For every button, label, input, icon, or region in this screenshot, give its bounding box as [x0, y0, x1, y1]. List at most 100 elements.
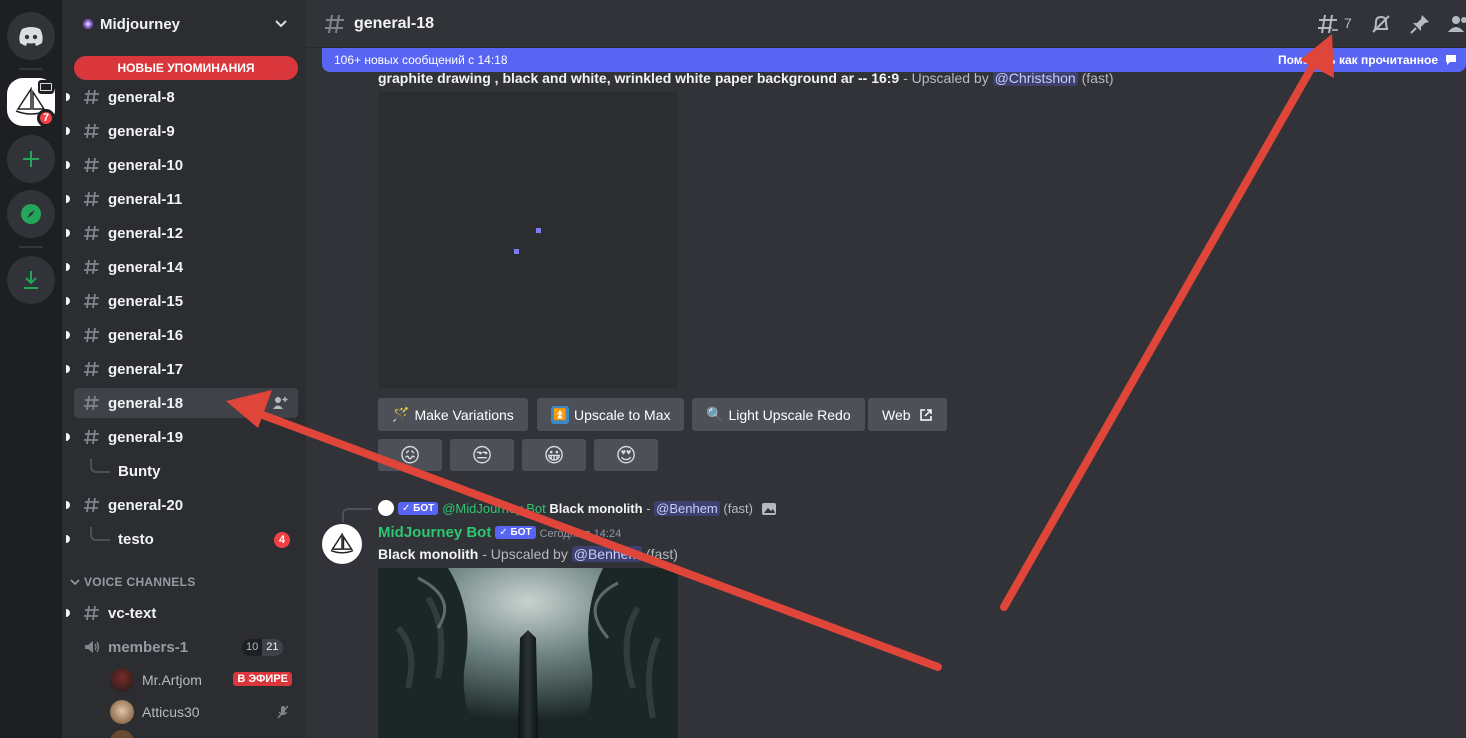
channel-general-14[interactable]: general-14	[66, 252, 298, 282]
channel-vc-text[interactable]: vc-text	[66, 598, 298, 628]
server-boost-icon	[83, 19, 93, 29]
reply-preview[interactable]: ✓ БОТ @MidJourney Bot Black monolith - @B…	[378, 500, 777, 516]
arrow-to-threads-icon	[1000, 56, 1320, 611]
plus-icon	[23, 151, 39, 167]
magic-wand-icon: 🪄	[392, 406, 410, 422]
thread-channel-icon	[82, 495, 102, 515]
server-name: Midjourney	[100, 15, 181, 33]
make-variations-button[interactable]: 🪄 Make Variations	[378, 398, 528, 431]
thread-channel-icon	[82, 359, 102, 379]
channel-general-19[interactable]: general-19	[66, 422, 298, 452]
compass-icon	[21, 204, 41, 224]
bot-avatar[interactable]	[322, 524, 362, 564]
button-label: Make Variations	[414, 406, 514, 423]
server-rail: 7	[0, 0, 62, 738]
channel-title: general-18	[354, 14, 435, 32]
channel-label: general-15	[108, 292, 184, 310]
chevron-down-icon[interactable]	[274, 16, 288, 30]
server-header[interactable]: Midjourney	[62, 0, 306, 48]
add-server-button[interactable]	[7, 135, 55, 183]
message-body: Black monolith - Upscaled by @Benhem (fa…	[378, 546, 678, 562]
voice-member[interactable]: Atticus30	[110, 698, 300, 726]
channel-topbar: general-18 7	[306, 0, 1466, 48]
threads-icon[interactable]	[1316, 12, 1340, 36]
thread-channel-icon	[82, 155, 102, 175]
channel-general-8[interactable]: general-8	[66, 82, 298, 112]
grinning-face-icon: 😀	[543, 444, 565, 467]
channel-general-15[interactable]: general-15	[66, 286, 298, 316]
channel-label: general-10	[108, 156, 184, 174]
thread-testo[interactable]: testo 4	[66, 524, 298, 554]
mark-read-icon[interactable]	[1444, 53, 1458, 67]
channel-general-11[interactable]: general-11	[66, 184, 298, 214]
light-upscale-redo-button[interactable]: 🔍 Light Upscale Redo	[692, 398, 865, 431]
explore-servers-button[interactable]	[7, 190, 55, 238]
mode-text: (fast)	[642, 546, 678, 562]
upscaled-image-loading[interactable]	[378, 92, 678, 388]
screen-share-icon	[38, 80, 54, 94]
avatar	[110, 700, 134, 724]
author-name[interactable]: MidJourney Bot	[378, 524, 491, 541]
voice-member[interactable]: Mr.Artjom В ЭФИРЕ	[110, 666, 300, 694]
download-icon	[24, 271, 38, 289]
speaker-icon	[82, 637, 102, 657]
thread-bunty[interactable]: Bunty	[74, 456, 298, 486]
reaction-button[interactable]: 😖	[378, 439, 442, 471]
voice-channels-category[interactable]: VOICE CHANNELS	[70, 575, 196, 589]
pin-icon[interactable]	[1408, 12, 1432, 36]
notifications-muted-icon[interactable]	[1369, 12, 1393, 36]
live-badge: В ЭФИРЕ	[233, 672, 292, 686]
voice-channel-members-1[interactable]: members-1 10 21	[74, 632, 298, 662]
reply-dash: -	[642, 501, 655, 516]
prompt-text: graphite drawing , black and white, wrin…	[378, 70, 900, 86]
heart-eyes-face-icon: 😍	[615, 444, 637, 467]
thread-branch-line	[90, 459, 110, 473]
mode-text: (fast)	[719, 501, 753, 516]
voice-user-limit: 21	[262, 639, 283, 656]
discord-home-button[interactable]	[7, 12, 55, 60]
upscaled-by-text: - Upscaled by	[899, 70, 993, 86]
channel-general-10[interactable]: general-10	[66, 150, 298, 180]
channel-general-17[interactable]: general-17	[66, 354, 298, 384]
new-mentions-pill[interactable]: НОВЫЕ УПОМИНАНИЯ	[74, 56, 298, 80]
reaction-button[interactable]: 😀	[522, 439, 586, 471]
reaction-button[interactable]: 😍	[594, 439, 658, 471]
member-list-icon[interactable]	[1446, 12, 1466, 36]
channel-general-9[interactable]: general-9	[66, 116, 298, 146]
invite-user-icon[interactable]	[272, 395, 288, 411]
mark-as-read-button[interactable]: Пометить как прочитанное	[1278, 53, 1438, 67]
thread-channel-icon	[82, 427, 102, 447]
channel-general-16[interactable]: general-16	[66, 320, 298, 350]
member-name: Mr.Artjom	[142, 672, 202, 688]
thread-channel-icon	[82, 325, 102, 345]
user-mention[interactable]: @Benhem	[654, 501, 720, 516]
reaction-button[interactable]: 😒	[450, 439, 514, 471]
channel-label: general-18	[108, 394, 184, 412]
new-messages-bar[interactable]: 106+ новых сообщений с 14:18 Пометить ка…	[322, 48, 1466, 72]
channel-general-12[interactable]: general-12	[66, 218, 298, 248]
channel-label: general-19	[108, 428, 184, 446]
download-apps-button[interactable]	[7, 256, 55, 304]
channel-sidebar: Midjourney НОВЫЕ УПОМИНАНИЯ general-8 ge…	[62, 0, 306, 738]
channel-label: general-14	[108, 258, 184, 276]
channel-general-20[interactable]: general-20	[66, 490, 298, 520]
external-link-icon	[919, 408, 932, 421]
button-label: Upscale to Max	[574, 406, 671, 423]
muted-mic-icon	[277, 705, 289, 719]
thread-channel-icon	[82, 189, 102, 209]
member-name: Atticus30	[142, 704, 200, 720]
thread-label: testo	[118, 530, 154, 548]
user-mention[interactable]: @Benhem	[571, 546, 643, 562]
channel-label: general-8	[108, 88, 175, 106]
voice-user-count: 10	[242, 639, 263, 656]
thread-label: Bunty	[118, 462, 161, 480]
reply-prompt: Black monolith	[549, 501, 643, 516]
channel-label: general-16	[108, 326, 184, 344]
mode-text: (fast)	[1077, 70, 1114, 86]
channel-general-18[interactable]: general-18	[74, 388, 298, 418]
user-mention[interactable]: @Christshon	[992, 70, 1078, 86]
web-link-button[interactable]: Web	[868, 398, 947, 431]
upscale-to-max-button[interactable]: ⏫ Upscale to Max	[537, 398, 685, 431]
image-icon	[761, 503, 776, 515]
generated-image-black-monolith[interactable]	[378, 568, 678, 738]
